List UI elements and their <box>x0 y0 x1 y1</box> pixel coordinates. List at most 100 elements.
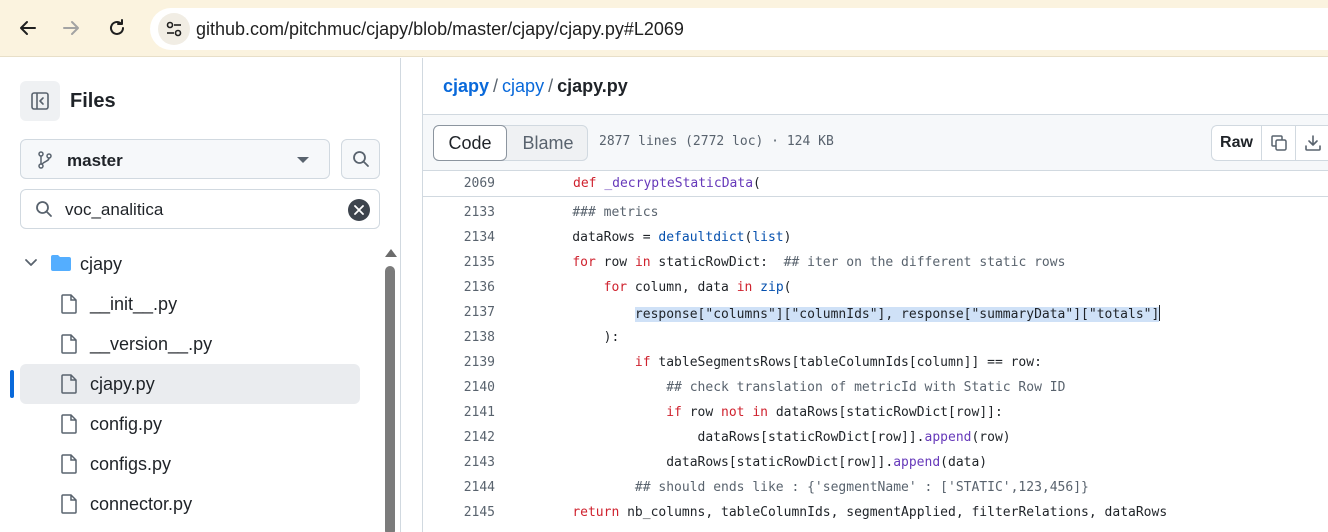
file-view: cjapy / cjapy / cjapy.py Code Blame 2877 lin… <box>422 58 1328 532</box>
function-name: _decrypteStaticData <box>604 176 754 191</box>
tune-icon <box>166 21 182 37</box>
search-icon <box>352 151 369 167</box>
code-line[interactable]: 2138 ): <box>423 326 1328 351</box>
url-text[interactable]: github.com/pitchmuc/cjapy/blob/master/cj… <box>196 19 684 40</box>
line-number[interactable]: 2069 <box>423 176 495 191</box>
file-label: config.py <box>90 414 163 434</box>
search-files-button[interactable] <box>341 139 380 179</box>
code-line[interactable]: 2136 for column, data in zip( <box>423 276 1328 301</box>
code-line[interactable]: 2142 dataRows[staticRowDict[row]].append… <box>423 426 1328 451</box>
address-bar[interactable]: github.com/pitchmuc/cjapy/blob/master/cj… <box>150 8 1328 50</box>
back-button[interactable] <box>14 14 42 42</box>
site-info-button[interactable] <box>158 13 190 45</box>
file-icon <box>61 494 77 514</box>
file-label: connector.py <box>90 494 193 514</box>
tree-file-configs[interactable]: configs.py <box>20 444 360 484</box>
code-line[interactable]: 2145 return nb_columns, tableColumnIds, … <box>423 501 1328 526</box>
chevron-down-icon <box>25 259 37 266</box>
download-icon <box>1305 135 1321 151</box>
code-line[interactable]: 2139 if tableSegmentsRows[tableColumnIds… <box>423 351 1328 376</box>
file-label: __version__.py <box>90 334 213 354</box>
arrow-right-icon <box>63 21 79 35</box>
selected-indicator <box>10 370 14 398</box>
breadcrumb-current-file: cjapy.py <box>557 76 628 96</box>
code-line[interactable]: 2141 if row not in dataRows[staticRowDic… <box>423 401 1328 426</box>
code-line[interactable]: 2134 dataRows = defaultdict(list) <box>423 226 1328 251</box>
arrow-left-icon <box>20 21 36 35</box>
breadcrumb-folder-link[interactable]: cjapy <box>502 76 544 96</box>
copy-icon <box>1270 135 1287 151</box>
line-number[interactable]: 2141 <box>423 405 495 420</box>
breadcrumb-repo-link[interactable]: cjapy <box>443 76 489 96</box>
tree-file-connector[interactable]: connector.py <box>20 484 360 524</box>
code-text: if tableSegmentsRows[tableColumnIds[colu… <box>634 355 1042 370</box>
branch-selector[interactable]: master <box>20 139 330 179</box>
file-tree-sidebar: Files master cjapy __init__.py __version… <box>0 58 401 532</box>
close-icon <box>354 205 364 215</box>
line-number[interactable]: 2145 <box>423 505 495 520</box>
file-label: cjapy.py <box>90 374 155 394</box>
collapse-sidebar-button[interactable] <box>20 81 60 121</box>
clear-filter-button[interactable] <box>348 199 370 221</box>
file-icon <box>61 294 77 314</box>
file-actions: Raw <box>1211 125 1328 161</box>
file-filter-box <box>20 189 380 229</box>
reload-button[interactable] <box>103 14 131 42</box>
sidebar-scrollbar[interactable] <box>385 249 397 532</box>
tab-blame[interactable]: Blame <box>507 126 589 160</box>
line-number[interactable]: 2144 <box>423 480 495 495</box>
search-icon <box>36 201 52 217</box>
scroll-up-arrow-icon[interactable] <box>385 249 397 257</box>
line-number[interactable]: 2139 <box>423 355 495 370</box>
raw-button[interactable]: Raw <box>1212 126 1262 160</box>
tree-file-config[interactable]: config.py <box>20 404 360 444</box>
code-text: ## should ends like : {'segmentName' : [… <box>634 480 1089 495</box>
code-text: if row not in dataRows[staticRowDict[row… <box>666 405 1003 420</box>
reload-icon <box>110 19 124 35</box>
file-icon <box>61 454 77 474</box>
code-text: dataRows[staticRowDict[row]].append(data… <box>541 455 988 470</box>
code-text: response["columns"]["columnIds"], respon… <box>634 305 1161 322</box>
line-number[interactable]: 2133 <box>423 205 495 220</box>
code-line[interactable]: 2135 for row in staticRowDict: ## iter o… <box>423 251 1328 276</box>
file-header: Code Blame 2877 lines (2772 loc) · 124 K… <box>423 114 1328 171</box>
code-line[interactable]: 2140 ## check translation of metricId wi… <box>423 376 1328 401</box>
copy-raw-button[interactable] <box>1262 126 1296 160</box>
tree-file-cjapy[interactable]: cjapy.py <box>20 364 360 404</box>
download-button[interactable] <box>1296 126 1328 160</box>
code-text: ): <box>541 330 620 345</box>
tree-file-version[interactable]: __version__.py <box>20 324 360 364</box>
scrollbar-thumb[interactable] <box>385 266 395 532</box>
code-text: ### metrics <box>572 205 659 220</box>
tree-file-init[interactable]: __init__.py <box>20 284 360 324</box>
line-number[interactable]: 2137 <box>423 305 495 320</box>
line-number[interactable]: 2138 <box>423 330 495 345</box>
forward-button[interactable] <box>57 14 85 42</box>
file-icon <box>61 334 77 354</box>
line-number[interactable]: 2134 <box>423 230 495 245</box>
file-filter-input[interactable] <box>65 198 335 222</box>
line-number[interactable]: 2136 <box>423 280 495 295</box>
sticky-scope-line[interactable]: 2069 def _decrypteStaticData( <box>423 172 1328 197</box>
tab-code[interactable]: Code <box>433 125 507 161</box>
view-toggle: Code Blame <box>433 125 588 161</box>
code-line[interactable]: 2137 response["columns"]["columnIds"], r… <box>423 301 1328 326</box>
code-line[interactable]: 2143 dataRows[staticRowDict[row]].append… <box>423 451 1328 476</box>
file-icon <box>61 374 77 394</box>
tree-folder-cjapy[interactable]: cjapy <box>20 244 360 284</box>
folder-icon <box>51 255 71 271</box>
git-branch-icon <box>38 151 52 169</box>
code-line[interactable]: 2144 ## should ends like : {'segmentName… <box>423 476 1328 501</box>
keyword: def <box>573 176 597 191</box>
line-number[interactable]: 2143 <box>423 455 495 470</box>
breadcrumb-separator: / <box>548 76 554 96</box>
line-number[interactable]: 2142 <box>423 430 495 445</box>
file-label: configs.py <box>90 454 172 474</box>
code-text: ## check translation of metricId with St… <box>666 380 1066 395</box>
file-icon <box>61 414 77 434</box>
browser-toolbar: github.com/pitchmuc/cjapy/blob/master/cj… <box>0 0 1328 57</box>
line-number[interactable]: 2135 <box>423 255 495 270</box>
code-line[interactable]: 2133 ### metrics <box>423 201 1328 226</box>
folder-label: cjapy <box>80 254 123 274</box>
line-number[interactable]: 2140 <box>423 380 495 395</box>
